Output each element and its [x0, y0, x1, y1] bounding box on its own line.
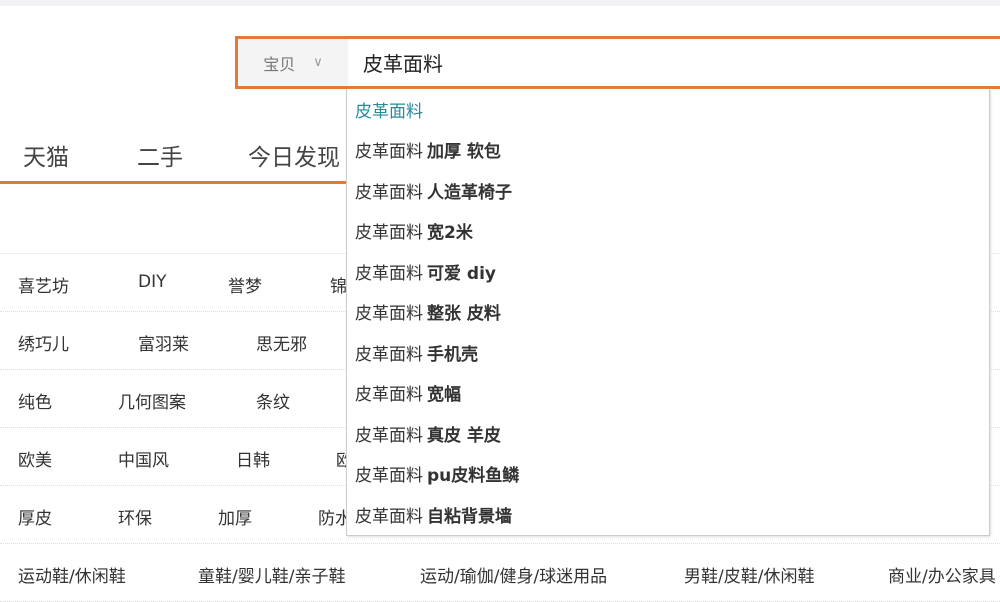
filter-option[interactable]: 厚皮 [18, 504, 52, 529]
filter-option[interactable]: 条纹 [256, 388, 290, 413]
suggestion-prefix: 皮革面料 [355, 425, 423, 446]
suggestion-item[interactable]: 皮革面料 pu皮料鱼鳞 [347, 454, 989, 495]
suggestion-prefix: 皮革面料 [355, 142, 423, 163]
filter-row: 运动鞋/休闲鞋 童鞋/婴儿鞋/亲子鞋 运动/瑜伽/健身/球迷用品 男鞋/皮鞋/休闲鞋 商… [0, 544, 1000, 602]
filter-option[interactable]: 富羽莱 [138, 330, 189, 355]
suggestion-item[interactable]: 皮革面料 自粘背景墙 [347, 494, 989, 535]
filter-option[interactable]: 商业/办公家具 [888, 562, 996, 587]
suggestion-prefix: 皮革面料 [355, 304, 423, 325]
filter-option[interactable]: 运动/瑜伽/健身/球迷用品 [420, 562, 607, 587]
suggestion-suffix: 宽2米 [427, 223, 473, 244]
suggestion-prefix: 皮革面料 [355, 223, 423, 244]
suggestion-item[interactable]: 皮革面料 人造革椅子 [347, 170, 989, 211]
filter-option[interactable]: 思无邪 [256, 330, 307, 355]
filter-option[interactable]: 中国风 [118, 446, 169, 471]
filter-option[interactable]: 环保 [118, 504, 152, 529]
suggestion-suffix: 加厚 软包 [427, 142, 501, 163]
suggestion-item[interactable]: 皮革面料 宽2米 [347, 211, 989, 252]
suggestion-suffix: 人造革椅子 [427, 182, 512, 203]
filter-option[interactable]: 加厚 [218, 504, 252, 529]
nav-tabs: 天猫 二手 今日发现 [0, 130, 346, 184]
filter-option[interactable]: 男鞋/皮鞋/休闲鞋 [684, 562, 814, 587]
suggestion-prefix: 皮革面料 [355, 182, 423, 203]
filter-option[interactable]: 纯色 [18, 388, 52, 413]
scope-label: 宝贝 [263, 54, 296, 74]
search-box: 宝贝 ∨ 皮革面料 [235, 36, 1000, 89]
tab-today[interactable]: 今日发现 [248, 138, 340, 172]
filter-option[interactable]: 锦 [330, 272, 347, 297]
suggestion-dropdown: 皮革面料 皮革面料 加厚 软包 皮革面料 人造革椅子 皮革面料 宽2米 皮革面料 可爱 diy 皮… [346, 89, 990, 536]
suggestion-item[interactable]: 皮革面料 手机壳 [347, 332, 989, 373]
suggestion-item[interactable]: 皮革面料 加厚 软包 [347, 130, 989, 171]
filter-option[interactable]: 绣巧儿 [18, 330, 69, 355]
tab-tmall[interactable]: 天猫 [23, 138, 69, 172]
suggestion-suffix: 宽幅 [427, 385, 461, 406]
suggestion-item[interactable]: 皮革面料 真皮 羊皮 [347, 413, 989, 454]
suggestion-suffix: pu皮料鱼鳞 [427, 466, 520, 487]
search-input[interactable]: 皮革面料 [348, 39, 443, 86]
tab-secondhand[interactable]: 二手 [137, 138, 183, 172]
suggestion-suffix: 可爱 diy [427, 263, 496, 284]
suggestion-prefix: 皮革面料 [355, 344, 423, 365]
filter-option[interactable]: 誉梦 [228, 272, 262, 297]
chevron-down-icon: ∨ [313, 55, 323, 70]
suggestion-prefix: 皮革面料 [355, 466, 423, 487]
suggestion-suffix: 真皮 羊皮 [427, 425, 501, 446]
filter-option[interactable]: DIY [138, 272, 167, 292]
suggestion-item[interactable]: 皮革面料 [347, 89, 989, 130]
suggestion-prefix: 皮革面料 [355, 263, 423, 284]
suggestion-suffix: 自粘背景墙 [427, 506, 512, 527]
filter-option[interactable]: 日韩 [236, 446, 270, 471]
top-bar [0, 0, 1000, 6]
suggestion-item[interactable]: 皮革面料 整张 皮料 [347, 292, 989, 333]
suggestion-prefix: 皮革面料 [355, 385, 423, 406]
filter-option[interactable]: 欧美 [18, 446, 52, 471]
suggestion-prefix: 皮革面料 [355, 506, 423, 527]
filter-option[interactable]: 童鞋/婴儿鞋/亲子鞋 [198, 562, 345, 587]
filter-option[interactable]: 运动鞋/休闲鞋 [18, 562, 126, 587]
suggestion-prefix: 皮革面料 [355, 101, 423, 122]
suggestion-item[interactable]: 皮革面料 可爱 diy [347, 251, 989, 292]
filter-option[interactable]: 喜艺坊 [18, 272, 69, 297]
suggestion-suffix: 整张 皮料 [427, 304, 501, 325]
filter-option[interactable]: 几何图案 [118, 388, 186, 413]
suggestion-item[interactable]: 皮革面料 宽幅 [347, 373, 989, 414]
suggestion-suffix: 手机壳 [427, 344, 478, 365]
search-scope-select[interactable]: 宝贝 ∨ [238, 39, 348, 86]
